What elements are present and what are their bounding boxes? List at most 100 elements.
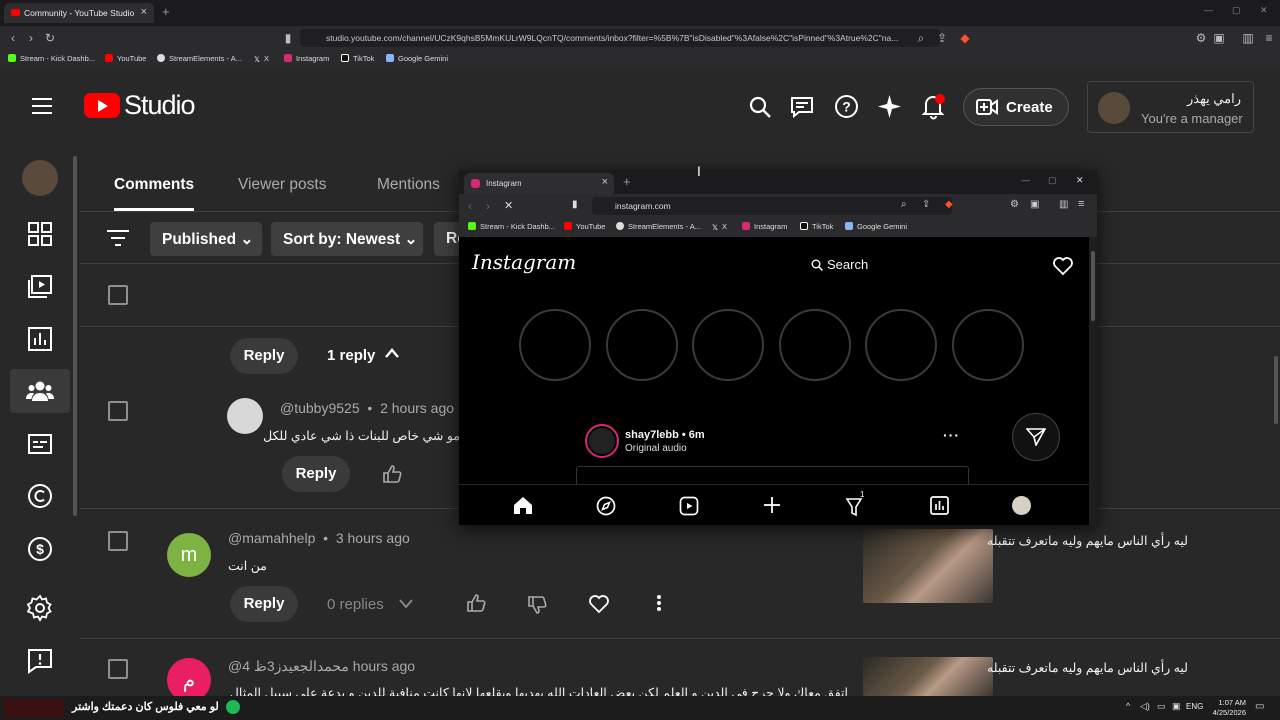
story-placeholder[interactable] [952,309,1024,381]
brave-shield-icon[interactable]: ◆ [945,199,953,210]
close-tab-icon[interactable]: × [602,176,608,188]
stop-loading-icon[interactable]: ✕ [504,199,513,212]
network-icon[interactable]: ▭ [1157,701,1166,712]
story-placeholder[interactable] [519,309,591,381]
replies-toggle[interactable]: 1 reply [327,347,375,364]
instagram-logo[interactable]: Instagram [472,250,576,274]
zoom-icon[interactable]: ⌕ [914,31,928,45]
bookmark-tiktok[interactable]: TikTok [800,222,833,231]
extensions-icon[interactable]: ⚙ [1010,199,1019,210]
bookmark-instagram[interactable]: Instagram [284,54,329,63]
bookmark-x[interactable]: 𝕏X [254,54,269,64]
rail-scrollbar[interactable] [73,156,77,516]
send-feedback-icon[interactable] [26,647,54,675]
content-icon[interactable] [26,272,54,300]
bookmark-instagram[interactable]: Instagram [742,222,787,231]
dislike-icon[interactable] [527,595,547,615]
popup-address-bar[interactable]: instagram.com [592,197,952,215]
minimize-window-icon[interactable]: — [1021,175,1030,185]
maximize-window-icon[interactable]: ▢ [1048,175,1057,186]
maximize-window-icon[interactable]: ▢ [1232,5,1241,16]
analytics-icon[interactable] [26,325,54,353]
forward-icon[interactable]: › [486,199,490,213]
sidebar-toggle-icon[interactable]: ▥ [1241,31,1255,45]
direct-messages-button[interactable] [1012,413,1060,461]
channel-avatar[interactable] [22,160,58,196]
select-all-checkbox[interactable] [108,285,128,305]
dashboard-icon[interactable] [930,496,949,515]
browser-menu-icon[interactable]: ≡ [1262,31,1276,45]
like-icon[interactable] [466,593,486,613]
wallet-icon[interactable]: ▣ [1212,31,1226,45]
close-window-icon[interactable]: ✕ [1260,5,1268,16]
story-placeholder[interactable] [865,309,937,381]
story-placeholder[interactable] [779,309,851,381]
sort-dropdown[interactable]: Sort by: Newest ⌄ [271,222,423,256]
post-author[interactable]: shay7lebb • 6m [625,429,705,441]
new-tab-icon[interactable]: + [162,4,170,19]
taskbar-app-thumbnail[interactable] [4,699,64,717]
story-placeholder[interactable] [692,309,764,381]
zoom-icon[interactable]: ⌕ [901,199,907,210]
browser-tab-youtube-studio[interactable]: Community - YouTube Studio × [4,3,154,23]
share-icon[interactable]: ⇪ [935,31,949,45]
bookmark-streamelements[interactable]: StreamElements - A... [616,222,701,231]
close-window-icon[interactable]: ✕ [1076,175,1084,186]
browser-menu-icon[interactable]: ≡ [1078,198,1084,210]
comment-checkbox[interactable] [108,659,128,679]
bookmark-kick[interactable]: Stream - Kick Dashb... [8,54,95,63]
search-icon[interactable] [748,95,772,119]
community-icon[interactable] [26,377,54,405]
bookmark-page-icon[interactable]: ▮ [572,199,578,210]
post-author-avatar[interactable] [585,424,619,458]
sparkle-icon[interactable] [877,94,902,119]
comment-checkbox[interactable] [108,531,128,551]
back-icon[interactable]: ‹ [468,199,472,213]
popup-tab-instagram[interactable]: Instagram × [464,173,614,194]
published-filter-chip[interactable]: Published ⌄ [150,222,262,256]
forward-icon[interactable]: › [24,31,38,45]
video-thumbnail[interactable] [863,657,993,696]
chevron-up-icon[interactable] [384,347,400,359]
copyright-icon[interactable] [26,482,54,510]
bookmark-kick[interactable]: Stream - Kick Dashb... [468,222,555,231]
address-bar[interactable]: studio.youtube.com/channel/UCzK9qhsB5MmK… [300,29,940,47]
tab-mentions[interactable]: Mentions [377,176,440,194]
reply-button[interactable]: Reply [230,338,298,374]
profile-avatar[interactable] [1012,496,1031,515]
reply-button[interactable]: Reply [230,586,298,622]
comment-checkbox[interactable] [108,401,128,421]
bookmark-tiktok[interactable]: TikTok [341,54,374,63]
settings-gear-icon[interactable] [26,594,54,622]
sidebar-toggle-icon[interactable]: ▥ [1059,199,1068,210]
notification-center-icon[interactable]: ▭ [1255,701,1264,712]
video-title[interactable]: ليه رأي الناس مايهم وليه ماتعرف تتقبله [987,660,1188,675]
bookmark-page-icon[interactable]: ▮ [281,31,295,45]
subtitles-icon[interactable] [26,430,54,458]
main-scrollbar[interactable] [1274,356,1278,424]
feedback-icon[interactable] [790,95,816,119]
back-icon[interactable]: ‹ [6,31,20,45]
tray-app-icon[interactable]: ▣ [1172,701,1181,712]
tab-viewer-posts[interactable]: Viewer posts [238,176,326,194]
replies-count[interactable]: 0 replies [327,596,384,613]
comment-author[interactable]: @4 [228,658,250,674]
chevron-down-icon[interactable] [398,597,414,609]
tab-comments[interactable]: Comments [114,176,194,194]
input-language[interactable]: ENG [1186,702,1203,711]
heart-icon[interactable] [588,594,610,614]
tray-overflow-icon[interactable]: ^ [1126,701,1130,711]
story-placeholder[interactable] [606,309,678,381]
wallet-icon[interactable]: ▣ [1030,199,1039,210]
like-icon[interactable] [382,464,402,484]
commenter-avatar[interactable]: m [167,533,211,577]
minimize-window-icon[interactable]: — [1204,5,1213,15]
popup-scrollbar[interactable] [1089,237,1097,525]
dashboard-icon[interactable] [26,220,54,248]
bookmark-x[interactable]: 𝕏X [712,222,727,232]
commenter-avatar[interactable] [227,398,263,434]
comment-author[interactable]: @tubby9525 [280,400,360,416]
bookmark-youtube[interactable]: YouTube [105,54,146,63]
reels-icon[interactable] [679,496,699,516]
create-button[interactable]: Create [963,88,1069,126]
